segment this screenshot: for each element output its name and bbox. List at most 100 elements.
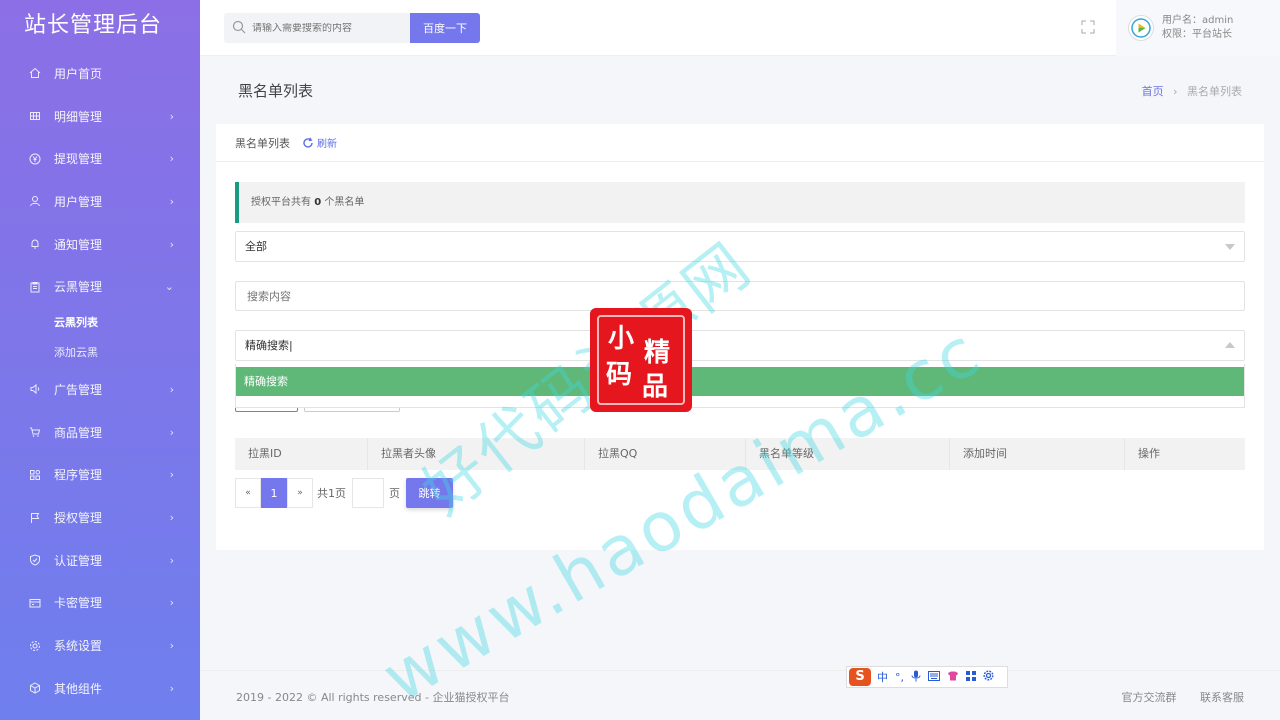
card-header: 黑名单列表 刷新 (216, 124, 1264, 162)
sidebar-item-label: 明细管理 (54, 109, 103, 124)
seal-char: 码 (606, 360, 633, 390)
chevron-right-icon: › (169, 425, 174, 439)
ime-settings-icon[interactable] (983, 670, 994, 684)
apps-icon (28, 468, 42, 482)
pagination: « 1 » 共1页 页 跳转 (235, 478, 453, 508)
seal-char: 精 (644, 338, 671, 368)
total-pages: 共1页 (317, 487, 346, 500)
column-header: 黑名单等级 (746, 438, 950, 470)
sidebar-subitem-cloud-list[interactable]: 云黑列表 (0, 308, 200, 338)
sidebar-item-home[interactable]: 用户首页 (0, 52, 200, 95)
refresh-button[interactable]: 刷新 (302, 135, 337, 150)
search-button[interactable]: 百度一下 (410, 13, 480, 43)
chevron-right-icon: › (169, 553, 174, 567)
sidebar-item-goods[interactable]: 商品管理 › (0, 411, 200, 454)
chevron-right-icon: › (169, 639, 174, 653)
sidebar-item-label: 认证管理 (54, 553, 103, 568)
sidebar-item-withdraw[interactable]: 提现管理 › (0, 137, 200, 180)
sidebar-item-details[interactable]: 明细管理 › (0, 95, 200, 138)
caret-down-icon (1225, 244, 1235, 250)
sidebar-item-auth[interactable]: 授权管理 › (0, 496, 200, 539)
filter-select-value: 全部 (245, 240, 267, 253)
sidebar-item-settings[interactable]: 系统设置 › (0, 624, 200, 667)
breadcrumb-current: 黑名单列表 (1187, 85, 1242, 98)
notice-suffix: 个黑名单 (324, 197, 365, 208)
page-number-input[interactable] (352, 478, 384, 508)
sidebar-item-cloud-black[interactable]: 云黑管理 ⌄ (0, 265, 200, 308)
copyright: 2019 - 2022 © All rights reserved - 企业猫授… (236, 691, 510, 704)
search-mode-value: 精确搜索 (245, 339, 289, 352)
ime-logo-icon: S (849, 668, 871, 686)
watermark-seal: 小 精 码 品 (590, 308, 692, 412)
user-info[interactable]: 用户名：admin 权限：平台站长 (1116, 0, 1280, 56)
sidebar-item-card-keys[interactable]: 卡密管理 › (0, 582, 200, 625)
flag-icon (28, 511, 42, 525)
search-mode-dropdown: 精确搜索 (235, 364, 1245, 408)
seal-char: 品 (642, 372, 669, 402)
sidebar-item-label: 系统设置 (54, 639, 103, 654)
microphone-icon[interactable] (911, 670, 921, 685)
breadcrumb-home[interactable]: 首页 (1142, 85, 1164, 98)
footer: 2019 - 2022 © All rights reserved - 企业猫授… (200, 670, 1280, 720)
sidebar-item-notice[interactable]: 通知管理 › (0, 223, 200, 266)
grid-icon (28, 109, 42, 123)
sidebar-item-users[interactable]: 用户管理 › (0, 180, 200, 223)
jump-button[interactable]: 跳转 (406, 478, 453, 508)
ime-lang[interactable]: 中 (877, 669, 888, 685)
dropdown-option-exact[interactable]: 精确搜索 (236, 367, 1244, 396)
avatar (1128, 15, 1154, 41)
column-header: 操作 (1138, 447, 1160, 460)
search-mode-select[interactable]: 精确搜索| (235, 330, 1245, 361)
chevron-down-icon: ⌄ (164, 280, 174, 294)
page-unit: 页 (389, 487, 400, 500)
chevron-right-icon: › (169, 596, 174, 610)
filter-select[interactable]: 全部 (235, 231, 1245, 262)
keyboard-icon[interactable] (928, 670, 940, 684)
blacklist-card: 黑名单列表 刷新 授权平台共有 0 个黑名单 全部 精确搜索| 精确搜索 拉黑I… (216, 124, 1264, 550)
notice-prefix: 授权平台共有 (251, 197, 311, 208)
refresh-label: 刷新 (317, 139, 337, 150)
table-header: 拉黑ID 拉黑者头像 拉黑QQ 黑名单等级 添加时间 操作 (235, 438, 1245, 470)
prev-page-button[interactable]: « (235, 478, 261, 508)
skin-icon[interactable] (947, 671, 959, 684)
chevron-right-icon: › (169, 194, 174, 208)
footer-link-group[interactable]: 官方交流群 (1122, 691, 1177, 704)
ime-toolbar[interactable]: S 中 °, (846, 666, 1008, 688)
shield-check-icon (28, 553, 42, 567)
cart-icon (28, 425, 42, 439)
column-header: 拉黑者头像 (368, 438, 585, 470)
home-icon (28, 66, 42, 80)
sidebar-item-label: 商品管理 (54, 425, 103, 440)
speaker-icon (28, 382, 42, 396)
breadcrumb-separator: › (1173, 85, 1178, 98)
yen-icon (28, 152, 42, 166)
chevron-right-icon: › (169, 511, 174, 525)
sidebar: 站长管理后台 用户首页 明细管理 › 提现管理 › 用户管理 › 通知管理 › … (0, 0, 200, 720)
sidebar-item-verify[interactable]: 认证管理 › (0, 539, 200, 582)
fullscreen-icon[interactable] (1080, 19, 1096, 35)
search-input[interactable] (252, 22, 402, 34)
ime-punct[interactable]: °, (895, 671, 904, 684)
sidebar-item-ads[interactable]: 广告管理 › (0, 368, 200, 411)
bell-icon (28, 237, 42, 251)
brand-title: 站长管理后台 (24, 13, 163, 38)
sidebar-item-label: 通知管理 (54, 237, 103, 252)
sidebar-subitem-add-cloud[interactable]: 添加云黑 (0, 338, 200, 368)
sidebar-item-label: 卡密管理 (54, 596, 103, 611)
search-content-input[interactable] (235, 281, 1245, 311)
current-page[interactable]: 1 (261, 478, 287, 508)
notice-box: 授权平台共有 0 个黑名单 (235, 182, 1245, 223)
user-name: 用户名：admin (1162, 15, 1234, 26)
footer-links: 官方交流群 联系客服 (1102, 689, 1245, 705)
column-header: 添加时间 (950, 438, 1125, 470)
play-logo-icon (1131, 18, 1151, 38)
sidebar-item-components[interactable]: 其他组件 › (0, 667, 200, 710)
sidebar-item-programs[interactable]: 程序管理 › (0, 454, 200, 497)
apps-grid-icon[interactable] (966, 670, 976, 684)
user-icon (28, 194, 42, 208)
gear-icon (28, 639, 42, 653)
next-page-button[interactable]: » (287, 478, 313, 508)
sidebar-item-label: 广告管理 (54, 382, 103, 397)
sidebar-item-label: 用户首页 (54, 66, 103, 81)
footer-link-support[interactable]: 联系客服 (1200, 691, 1244, 704)
